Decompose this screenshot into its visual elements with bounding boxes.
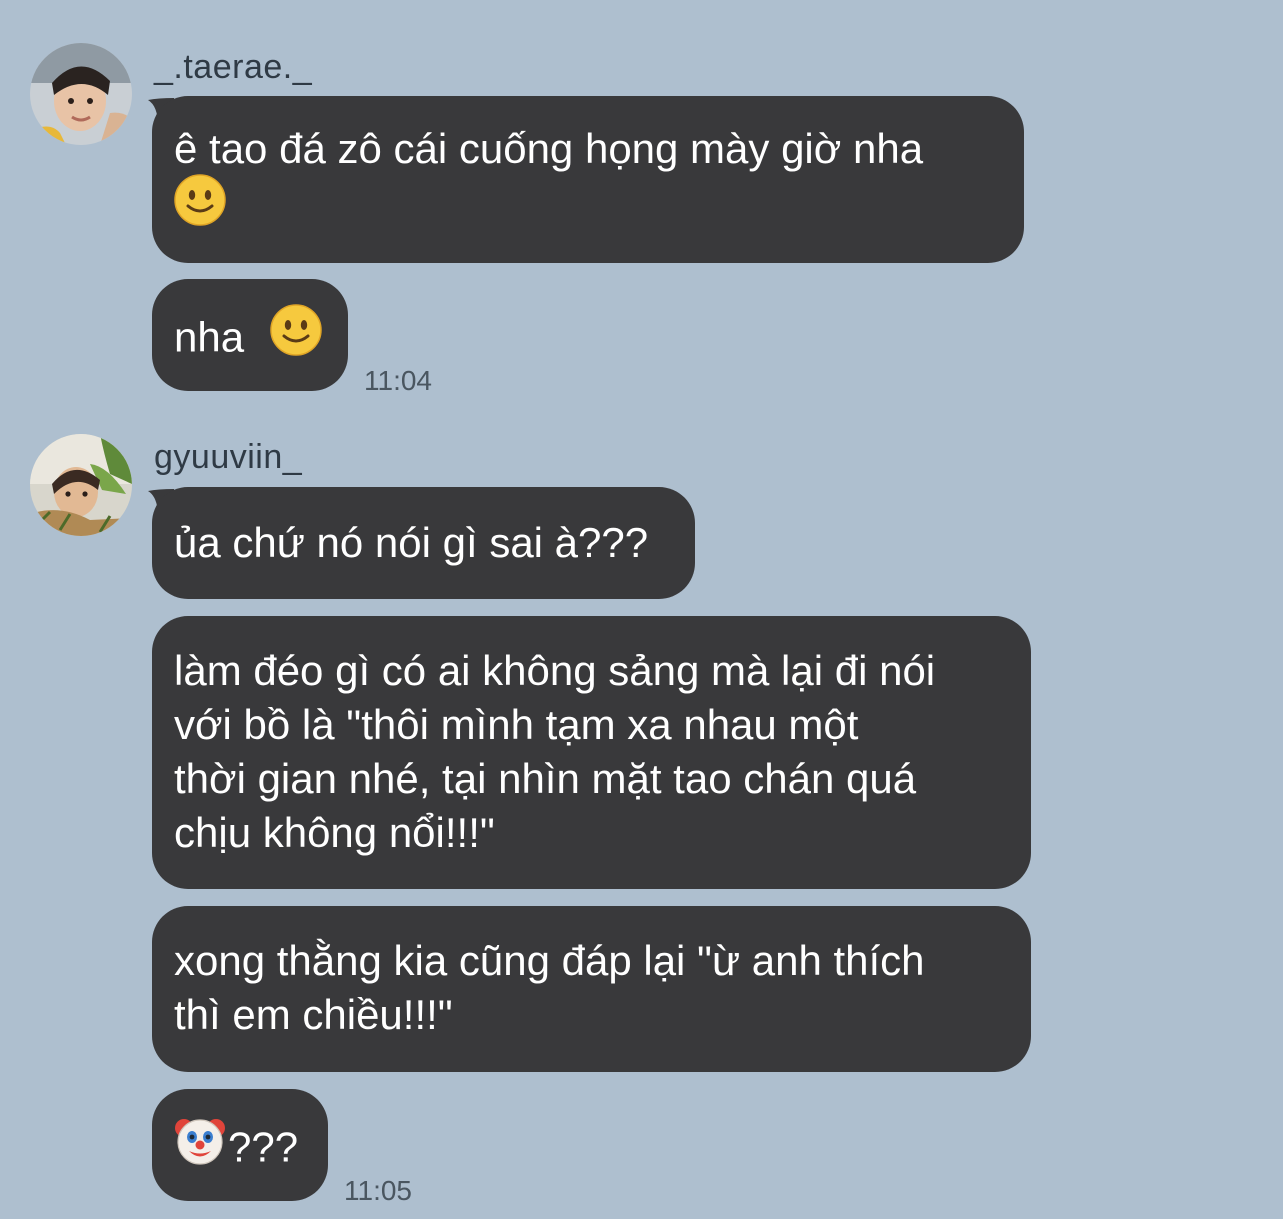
avatar-taerae[interactable] bbox=[30, 43, 132, 145]
message-text-line: chịu không nổi!!!" bbox=[174, 809, 495, 856]
message-timestamp: 11:05 bbox=[344, 1175, 412, 1206]
message-bubble[interactable]: ủa chứ nó nói gì sai à??? bbox=[152, 487, 695, 599]
username-gyuuviin: gyuuviin_ bbox=[154, 438, 303, 476]
message-bubble[interactable]: ??? bbox=[152, 1089, 328, 1201]
avatar-gyuuviin[interactable] bbox=[30, 434, 132, 536]
message-text-line: thời gian nhé, tại nhìn mặt tao chán quá bbox=[174, 755, 917, 802]
slightly-smiling-face-icon bbox=[270, 304, 322, 369]
avatar-photo-icon bbox=[30, 434, 132, 536]
message-text-line: xong thằng kia cũng đáp lại "ừ anh thích bbox=[174, 937, 925, 984]
clown-face-icon bbox=[174, 1114, 226, 1179]
slightly-smiling-face-icon bbox=[174, 174, 226, 239]
message-timestamp: 11:04 bbox=[364, 365, 432, 396]
message-text: nha bbox=[174, 313, 245, 361]
message-text-line: với bồ là "thôi mình tạm xa nhau một bbox=[174, 701, 859, 748]
message-text: ủa chứ nó nói gì sai à??? bbox=[174, 519, 649, 566]
message-text-line: làm đéo gì có ai không sảng mà lại đi nó… bbox=[174, 647, 936, 694]
message-bubble[interactable]: xong thằng kia cũng đáp lại "ừ anh thích… bbox=[152, 906, 1031, 1072]
avatar-photo-icon bbox=[30, 43, 132, 145]
username-taerae: _.taerae._ bbox=[154, 48, 313, 86]
message-bubble[interactable]: ê tao đá zô cái cuống họng mày giờ nha bbox=[152, 96, 1024, 263]
message-text: ??? bbox=[228, 1123, 299, 1171]
message-text: ê tao đá zô cái cuống họng mày giờ nha bbox=[174, 125, 924, 172]
message-bubble[interactable]: nha bbox=[152, 279, 348, 391]
message-bubble[interactable]: làm đéo gì có ai không sảng mà lại đi nó… bbox=[152, 616, 1031, 889]
message-text-line: thì em chiều!!!" bbox=[174, 991, 453, 1038]
